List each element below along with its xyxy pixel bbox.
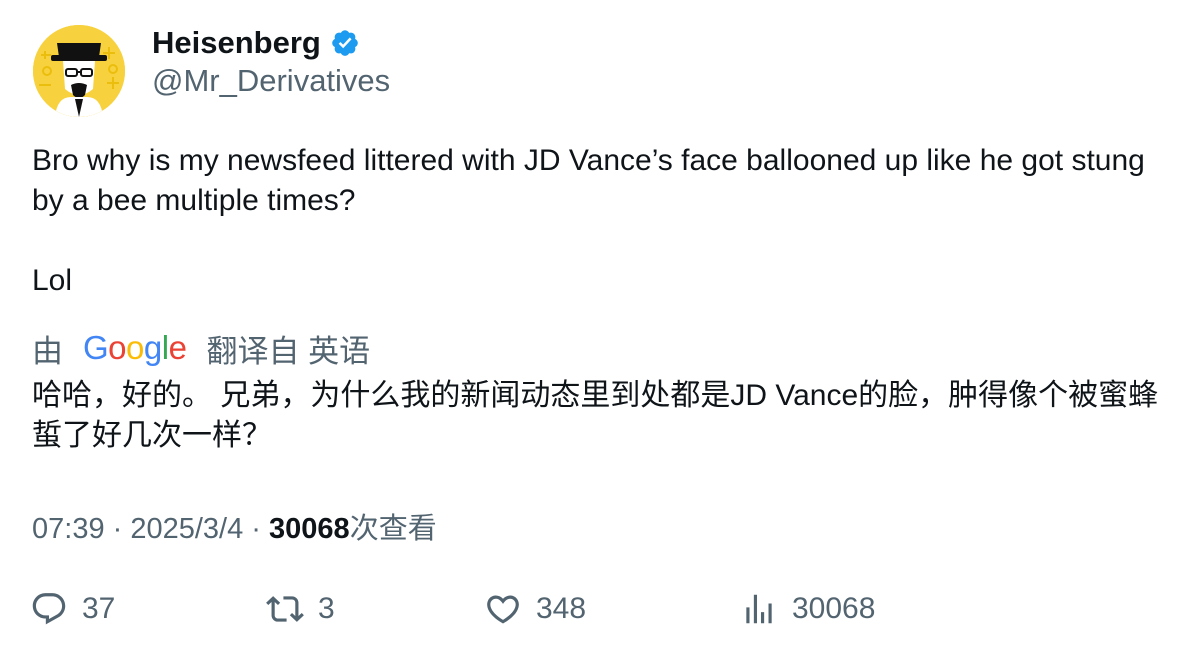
tweet-paragraph: Lol (32, 264, 73, 297)
tweet-time[interactable]: 07:39 (32, 513, 105, 545)
tweet-meta: 07:39 · 2025/3/4 · 30068次查看 (32, 505, 437, 547)
reply-icon (32, 593, 66, 625)
tweet-date[interactable]: 2025/3/4 (130, 513, 243, 545)
avatar-portrait-icon (33, 25, 125, 117)
views-count: 30068 (792, 592, 876, 625)
user-handle[interactable]: @Mr_Derivatives (152, 63, 390, 99)
meta-separator: · (243, 513, 270, 545)
avatar[interactable] (33, 25, 125, 117)
retweet-count: 3 (318, 592, 335, 625)
name-row: Heisenberg (152, 25, 360, 61)
meta-separator: · (104, 513, 131, 545)
like-icon (487, 595, 519, 624)
views-icon (746, 594, 772, 624)
verified-badge-icon[interactable] (330, 28, 360, 58)
meta-views-count: 30068 (269, 513, 350, 545)
google-logo: Google (83, 329, 187, 366)
translation-prefix: 由 (32, 333, 63, 369)
reply-count: 37 (82, 592, 116, 625)
meta-views-label: 次查看 (349, 513, 437, 545)
tweet-paragraph: Bro why is my newsfeed littered with JD … (32, 144, 1145, 217)
action-bar: 37 3 348 30068 (30, 590, 1170, 634)
display-name[interactable]: Heisenberg (152, 25, 321, 61)
views-button[interactable]: 30068 (740, 590, 875, 628)
translation-attribution[interactable]: 由 Google 翻译自 英语 (32, 326, 370, 370)
retweet-button[interactable]: 3 (266, 590, 335, 628)
retweet-icon (266, 596, 304, 622)
tweet-text: Bro why is my newsfeed littered with JD … (32, 141, 1162, 301)
like-button[interactable]: 348 (484, 590, 586, 628)
translation-suffix: 翻译自 英语 (206, 333, 371, 369)
reply-button[interactable]: 37 (30, 590, 115, 628)
translated-text: 哈哈，好的。 兄弟，为什么我的新闻动态里到处都是JD Vance的脸，肿得像个被… (32, 379, 1159, 452)
like-count: 348 (536, 592, 587, 625)
